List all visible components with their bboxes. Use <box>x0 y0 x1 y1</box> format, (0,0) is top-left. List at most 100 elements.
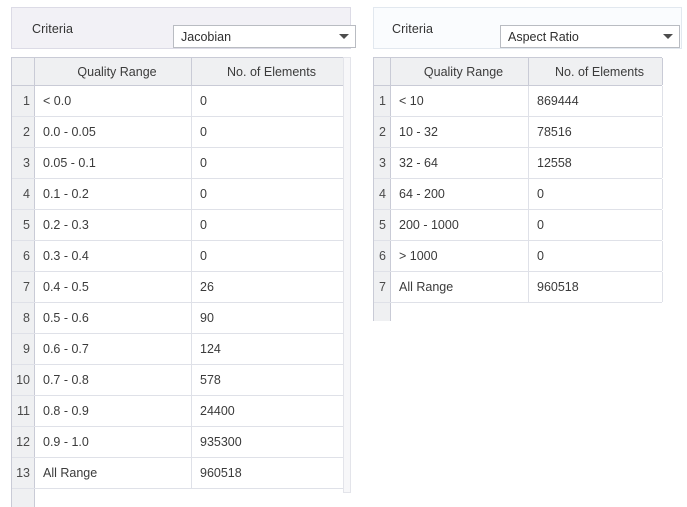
criteria-dropdown-value: Jacobian <box>181 29 232 44</box>
criteria-group-right: Criteria Aspect Ratio <box>373 7 682 49</box>
row-number: 4 <box>12 179 35 209</box>
cell-quality-range[interactable]: 0.4 - 0.5 <box>35 272 192 302</box>
cell-no-of-elements[interactable]: 935300 <box>192 427 344 457</box>
quality-panel-aspect-ratio: Criteria Aspect Ratio Quality Range No. … <box>366 0 687 503</box>
cell-no-of-elements[interactable]: 124 <box>192 334 344 364</box>
row-number: 6 <box>12 241 35 271</box>
column-header-rownum <box>12 58 35 85</box>
cell-no-of-elements[interactable]: 0 <box>192 241 344 271</box>
cell-no-of-elements[interactable]: 90 <box>192 303 344 333</box>
row-number: 3 <box>374 148 391 178</box>
table-row[interactable]: 13 All Range 960518 <box>12 458 344 489</box>
table-row[interactable]: 1 < 10 869444 <box>374 86 663 117</box>
cell-quality-range[interactable]: > 1000 <box>391 241 529 271</box>
cell-no-of-elements[interactable]: 0 <box>529 241 663 271</box>
criteria-dropdown-value: Aspect Ratio <box>508 29 579 44</box>
table-header-row: Quality Range No. of Elements <box>374 58 663 86</box>
cell-no-of-elements[interactable]: 578 <box>192 365 344 395</box>
cell-no-of-elements[interactable]: 26 <box>192 272 344 302</box>
row-number: 5 <box>374 210 391 240</box>
cell-no-of-elements[interactable]: 869444 <box>529 86 663 116</box>
cell-quality-range[interactable]: 0.1 - 0.2 <box>35 179 192 209</box>
table-row[interactable]: 7 0.4 - 0.5 26 <box>12 272 344 303</box>
row-number: 3 <box>12 148 35 178</box>
chevron-down-icon[interactable] <box>333 26 355 47</box>
cell-no-of-elements[interactable]: 0 <box>192 210 344 240</box>
table-row[interactable]: 5 200 - 1000 0 <box>374 210 663 241</box>
cell-quality-range[interactable]: All Range <box>35 458 192 488</box>
cell-quality-range[interactable]: 10 - 32 <box>391 117 529 147</box>
table-row[interactable]: 4 64 - 200 0 <box>374 179 663 210</box>
cell-no-of-elements[interactable]: 24400 <box>192 396 344 426</box>
cell-quality-range[interactable]: 0.5 - 0.6 <box>35 303 192 333</box>
table-filler <box>374 303 662 321</box>
table-row[interactable]: 3 0.05 - 0.1 0 <box>12 148 344 179</box>
row-number: 1 <box>12 86 35 116</box>
criteria-dropdown-aspect-ratio[interactable]: Aspect Ratio <box>500 25 680 48</box>
row-number: 7 <box>374 272 391 302</box>
cell-quality-range[interactable]: 0.05 - 0.1 <box>35 148 192 178</box>
table-row[interactable]: 6 > 1000 0 <box>374 241 663 272</box>
table-row[interactable]: 1 < 0.0 0 <box>12 86 344 117</box>
cell-no-of-elements[interactable]: 960518 <box>529 272 663 302</box>
table-row[interactable]: 2 10 - 32 78516 <box>374 117 663 148</box>
row-number: 1 <box>374 86 391 116</box>
table-row[interactable]: 6 0.3 - 0.4 0 <box>12 241 344 272</box>
vertical-scrollbar[interactable] <box>343 57 351 493</box>
table-row[interactable]: 11 0.8 - 0.9 24400 <box>12 396 344 427</box>
chevron-down-icon[interactable] <box>657 26 679 47</box>
cell-quality-range[interactable]: < 10 <box>391 86 529 116</box>
cell-no-of-elements[interactable]: 12558 <box>529 148 663 178</box>
row-number: 8 <box>12 303 35 333</box>
cell-no-of-elements[interactable]: 960518 <box>192 458 344 488</box>
row-number: 13 <box>12 458 35 488</box>
quality-panel-jacobian: Criteria Jacobian Quality Range No. of E… <box>0 0 360 507</box>
cell-quality-range[interactable]: 0.2 - 0.3 <box>35 210 192 240</box>
row-number: 10 <box>12 365 35 395</box>
cell-no-of-elements[interactable]: 0 <box>192 148 344 178</box>
criteria-label: Criteria <box>32 22 74 36</box>
cell-quality-range[interactable]: 0.9 - 1.0 <box>35 427 192 457</box>
cell-quality-range[interactable]: 0.8 - 0.9 <box>35 396 192 426</box>
cell-quality-range[interactable]: < 0.0 <box>35 86 192 116</box>
table-row[interactable]: 3 32 - 64 12558 <box>374 148 663 179</box>
column-header-quality-range: Quality Range <box>391 58 529 85</box>
row-number: 5 <box>12 210 35 240</box>
table-row[interactable]: 12 0.9 - 1.0 935300 <box>12 427 344 458</box>
cell-quality-range[interactable]: 0.3 - 0.4 <box>35 241 192 271</box>
cell-no-of-elements[interactable]: 78516 <box>529 117 663 147</box>
cell-quality-range[interactable]: 200 - 1000 <box>391 210 529 240</box>
cell-quality-range[interactable]: 64 - 200 <box>391 179 529 209</box>
cell-quality-range[interactable]: 0.6 - 0.7 <box>35 334 192 364</box>
table-row[interactable]: 5 0.2 - 0.3 0 <box>12 210 344 241</box>
row-number: 7 <box>12 272 35 302</box>
table-row[interactable]: 10 0.7 - 0.8 578 <box>12 365 344 396</box>
table-row[interactable]: 2 0.0 - 0.05 0 <box>12 117 344 148</box>
table-row[interactable]: 9 0.6 - 0.7 124 <box>12 334 344 365</box>
cell-no-of-elements[interactable]: 0 <box>529 179 663 209</box>
table-row[interactable]: 8 0.5 - 0.6 90 <box>12 303 344 334</box>
row-number: 12 <box>12 427 35 457</box>
column-header-no-of-elements: No. of Elements <box>192 58 344 85</box>
table-row[interactable]: 4 0.1 - 0.2 0 <box>12 179 344 210</box>
cell-quality-range[interactable]: 32 - 64 <box>391 148 529 178</box>
row-number: 11 <box>12 396 35 426</box>
row-number: 2 <box>12 117 35 147</box>
cell-quality-range[interactable]: 0.7 - 0.8 <box>35 365 192 395</box>
row-number: 6 <box>374 241 391 271</box>
row-number: 2 <box>374 117 391 147</box>
row-number: 4 <box>374 179 391 209</box>
criteria-label: Criteria <box>392 22 434 36</box>
criteria-group-left: Criteria Jacobian <box>11 7 356 49</box>
cell-no-of-elements[interactable]: 0 <box>192 179 344 209</box>
cell-no-of-elements[interactable]: 0 <box>192 86 344 116</box>
quality-table-jacobian: Quality Range No. of Elements 1 < 0.0 0 2 0.… <box>11 57 344 507</box>
cell-quality-range[interactable]: 0.0 - 0.05 <box>35 117 192 147</box>
table-body: 1 < 10 869444 2 10 - 32 78516 3 32 - 64 12558 4 64… <box>374 86 663 303</box>
criteria-dropdown-jacobian[interactable]: Jacobian <box>173 25 356 48</box>
table-row[interactable]: 7 All Range 960518 <box>374 272 663 303</box>
cell-no-of-elements[interactable]: 0 <box>192 117 344 147</box>
cell-quality-range[interactable]: All Range <box>391 272 529 302</box>
cell-no-of-elements[interactable]: 0 <box>529 210 663 240</box>
quality-table-aspect-ratio: Quality Range No. of Elements 1 < 10 86944… <box>373 57 663 321</box>
